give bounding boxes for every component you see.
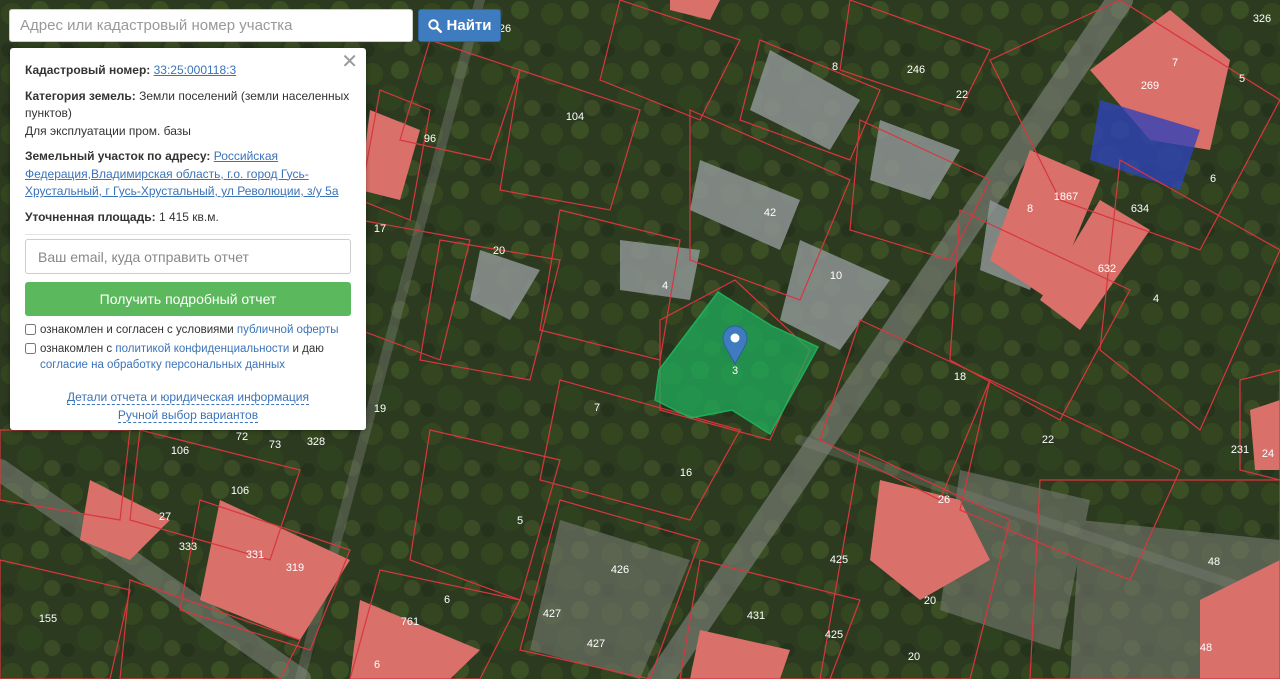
parcel-number-label: 6: [444, 594, 450, 606]
parcel-number-label: 8: [1027, 203, 1033, 215]
panel-footer-links: Детали отчета и юридическая информация Р…: [10, 388, 366, 424]
get-report-button[interactable]: Получить подробный отчет: [25, 282, 351, 316]
parcel-number-label: 4: [1153, 293, 1159, 305]
parcel-number-label: 17: [374, 223, 386, 235]
parcel-number-label: 27: [159, 511, 171, 523]
area-label: Уточненная площадь:: [25, 209, 156, 224]
area-value: 1 415 кв.м.: [158, 209, 219, 224]
parcel-number-label: 319: [286, 562, 304, 574]
parcel-number-label: 5: [1239, 73, 1245, 85]
parcel-number-label: 427: [587, 638, 605, 650]
parcel-number-label: 106: [231, 485, 249, 497]
parcel-number-label: 18: [954, 371, 966, 383]
parcel-number-label: 231: [1231, 444, 1249, 456]
parcel-number-label: 269: [1141, 80, 1159, 92]
consent-privacy-text: ознакомлен с: [40, 343, 113, 355]
manual-selection-link[interactable]: Ручной выбор вариантов: [117, 408, 259, 423]
usage-value: Для эксплуатации пром. базы: [25, 123, 191, 138]
area-row: Уточненная площадь: 1 415 кв.м.: [25, 209, 351, 227]
parcel-number-label: 761: [401, 616, 419, 628]
category-label: Категория земель:: [25, 88, 136, 103]
parcel-number-label: 42: [764, 207, 776, 219]
parcel-number-label: 425: [825, 629, 843, 641]
consent-offer-checkbox[interactable]: [25, 324, 36, 335]
email-field[interactable]: [25, 239, 351, 274]
parcel-number-label: 96: [424, 133, 436, 145]
parcel-number-label: 5: [517, 515, 523, 527]
search-button[interactable]: Найти: [418, 9, 501, 42]
parcel-number-label: 328: [307, 436, 325, 448]
parcel-number-label: 106: [171, 445, 189, 457]
consent-privacy[interactable]: ознакомлен с политикой конфиденциальност…: [25, 341, 351, 373]
parcel-number-label: 632: [1098, 263, 1116, 275]
parcel-number-label: 24: [1262, 448, 1274, 460]
parcel-number-label: 6: [374, 659, 380, 671]
divider: [25, 234, 351, 235]
parcel-number-label: 634: [1131, 203, 1149, 215]
parcel-number-label: 6: [1210, 173, 1216, 185]
parcel-number-label: 427: [543, 608, 561, 620]
consent-offer[interactable]: ознакомлен и согласен с условиями публич…: [25, 322, 351, 338]
public-offer-link[interactable]: публичной оферты: [237, 324, 339, 336]
address-label: Земельный участок по адресу:: [25, 149, 211, 163]
marker-label: 3: [732, 365, 738, 377]
search-input[interactable]: [9, 9, 413, 42]
parcel-number-label: 425: [830, 554, 848, 566]
details-link[interactable]: Детали отчета и юридическая информация: [67, 390, 309, 405]
privacy-policy-link[interactable]: политикой конфиденциальности: [115, 343, 289, 355]
parcel-number-label: 326: [1253, 13, 1271, 25]
consent-privacy-checkbox[interactable]: [25, 343, 36, 354]
parcel-number-label: 16: [680, 467, 692, 479]
consent-offer-text: ознакомлен и согласен с условиями: [40, 324, 234, 336]
category-row: Категория земель: Земли поселений (земли…: [25, 88, 351, 141]
parcel-number-label: 22: [956, 89, 968, 101]
search-button-label: Найти: [446, 17, 492, 34]
parcel-number-label: 48: [1200, 642, 1212, 654]
parcel-number-label: 426: [611, 564, 629, 576]
parcel-number-label: 48: [1208, 556, 1220, 568]
cadastral-label: Кадастровый номер:: [25, 63, 151, 77]
parcel-number-label: 26: [938, 494, 950, 506]
parcel-number-label: 7: [594, 402, 600, 414]
parcel-number-label: 20: [493, 245, 505, 257]
close-icon[interactable]: ✕: [341, 52, 358, 72]
parcel-number-label: 73: [269, 439, 281, 451]
cadastral-number-link[interactable]: 33:25:000118:3: [154, 63, 237, 77]
parcel-number-label: 246: [907, 64, 925, 76]
parcel-number-label: 10: [830, 270, 842, 282]
parcel-number-label: 4: [662, 280, 668, 292]
parcel-number-label: 20: [908, 651, 920, 663]
parcel-number-label: 8: [832, 61, 838, 73]
parcel-number-label: 155: [39, 613, 57, 625]
parcel-number-label: 104: [566, 111, 584, 123]
parcel-number-label: 331: [246, 549, 264, 561]
parcel-info-panel: ✕ Кадастровый номер: 33:25:000118:3 Кате…: [10, 48, 366, 430]
parcel-number-label: 7: [1172, 57, 1178, 69]
parcel-number-label: 20: [924, 595, 936, 607]
search-icon: [427, 18, 442, 33]
parcel-number-label: 431: [747, 610, 765, 622]
parcel-number-label: 19: [374, 403, 386, 415]
parcel-number-label: 72: [236, 431, 248, 443]
cadastral-row: Кадастровый номер: 33:25:000118:3: [25, 62, 351, 80]
consent-privacy-mid: и даю: [292, 343, 324, 355]
parcel-number-label: 333: [179, 541, 197, 553]
parcel-number-label: 22: [1042, 434, 1054, 446]
address-row: Земельный участок по адресу: Российская …: [25, 148, 351, 201]
personal-data-link[interactable]: согласие на обработку персональных данны…: [40, 359, 285, 371]
parcel-number-label: 1867: [1054, 191, 1078, 203]
